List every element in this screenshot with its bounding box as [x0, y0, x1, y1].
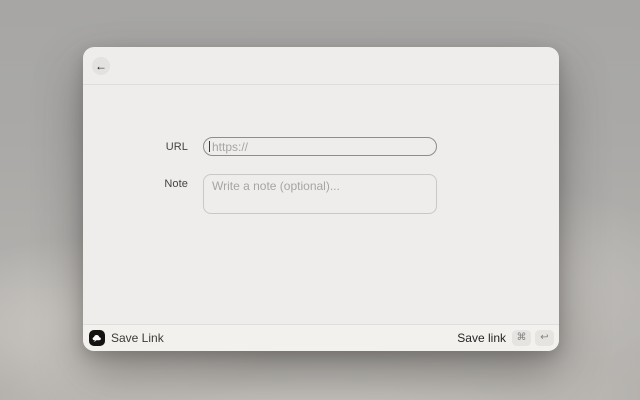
- window-header: ←: [83, 47, 559, 85]
- text-caret: [209, 141, 210, 152]
- note-label: Note: [83, 178, 188, 190]
- url-input-wrap: [203, 137, 437, 156]
- save-link-action[interactable]: Save link ⌘ ↩: [457, 330, 554, 346]
- desktop-background: ← URL Note Save Link: [0, 0, 640, 400]
- form-area: URL Note: [83, 85, 559, 324]
- save-link-action-label: Save link: [457, 331, 506, 345]
- back-button[interactable]: ←: [92, 57, 110, 75]
- url-input[interactable]: [203, 137, 437, 156]
- save-link-window: ← URL Note Save Link: [83, 47, 559, 351]
- footer-app-title: Save Link: [111, 331, 164, 345]
- return-key-badge: ↩: [535, 330, 554, 346]
- back-arrow-icon: ←: [95, 60, 107, 72]
- window-footer: Save Link Save link ⌘ ↩: [83, 324, 559, 351]
- app-logo-icon: [89, 330, 105, 346]
- url-label: URL: [83, 141, 188, 153]
- command-key-badge: ⌘: [512, 330, 531, 346]
- footer-app-identity: Save Link: [89, 330, 164, 346]
- note-input[interactable]: [203, 174, 437, 214]
